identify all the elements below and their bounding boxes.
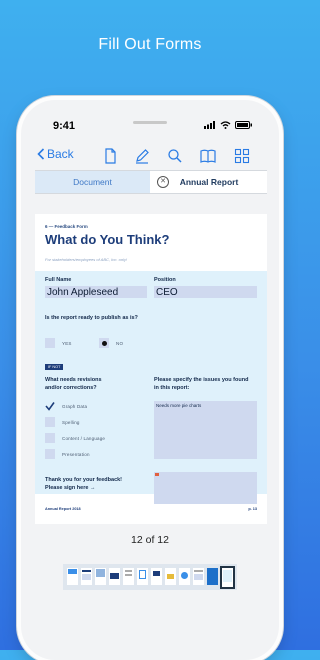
issues-textarea[interactable]: Needs more pie charts	[154, 401, 257, 459]
signal-icon	[204, 121, 215, 129]
full-name-field[interactable]: John Appleseed	[45, 286, 147, 298]
revisions-question-line1: What needs revisions	[45, 377, 102, 383]
footer-page-number: p. 13	[248, 507, 257, 511]
position-label: Position	[154, 277, 176, 283]
thumbnail-page[interactable]	[109, 568, 120, 585]
thumbnail-page[interactable]	[81, 568, 92, 585]
publish-question: Is the report ready to publish as is?	[45, 315, 138, 321]
content-language-label: Content / Language	[62, 436, 106, 441]
thumbnail-page[interactable]	[67, 568, 78, 585]
tab-bar: Document ✕ Annual Report	[35, 170, 267, 194]
footer-report-title: Annual Report 2018	[45, 507, 81, 511]
wifi-icon	[220, 121, 231, 129]
spelling-checkbox[interactable]	[45, 417, 55, 427]
presentation-label: Presentation	[62, 452, 90, 457]
thumbnail-page[interactable]	[207, 568, 218, 585]
page-title: What do You Think?	[45, 232, 170, 247]
selected-dot-icon	[101, 340, 107, 346]
page-indicator: 12 of 12	[131, 534, 169, 546]
checkmark-icon	[45, 402, 55, 411]
full-name-label: Full Name	[45, 277, 72, 283]
revisions-question-line2: and/or corrections?	[45, 385, 97, 391]
thanks-line1: Thank you for your feedback!	[45, 477, 123, 483]
spelling-label: Spelling	[62, 420, 80, 425]
grid-icon[interactable]	[233, 147, 251, 165]
headline: Fill Out Forms	[98, 36, 202, 53]
back-button[interactable]: Back	[37, 147, 74, 161]
issues-text: Needs more pie charts	[156, 403, 202, 408]
status-icons	[204, 121, 253, 129]
thumbnail-page-current[interactable]	[220, 566, 235, 589]
pen-icon[interactable]	[133, 147, 151, 165]
position-field[interactable]: CEO	[154, 286, 257, 298]
graph-data-checkbox[interactable]	[45, 401, 55, 411]
tab-annual-report-label: Annual Report	[179, 177, 239, 187]
status-bar: 9:41	[21, 118, 279, 136]
tab-document[interactable]: Document	[35, 171, 150, 193]
yes-label: YES	[62, 341, 72, 346]
battery-icon	[235, 121, 252, 129]
thumbnail-page[interactable]	[193, 568, 204, 585]
back-label: Back	[47, 147, 74, 161]
signature-marker-icon	[155, 473, 159, 476]
thanks-line2: Please sign here →	[45, 485, 96, 491]
thumbnail-page[interactable]	[151, 568, 162, 585]
toolbar: Back	[21, 144, 279, 168]
book-icon[interactable]	[199, 147, 217, 165]
no-checkbox[interactable]	[99, 338, 109, 348]
content-language-checkbox[interactable]	[45, 433, 55, 443]
thumbnail-page[interactable]	[137, 568, 148, 585]
presentation-checkbox[interactable]	[45, 449, 55, 459]
if-not-badge: IF NOT	[45, 364, 64, 370]
thumbnail-page[interactable]	[123, 568, 134, 585]
search-icon[interactable]	[166, 147, 184, 165]
tab-annual-report[interactable]: ✕ Annual Report	[151, 171, 267, 193]
document-page: 6 — Feedback Form What do You Think? For…	[35, 214, 267, 524]
document-icon[interactable]	[101, 147, 119, 165]
issues-question-line2: in this report:	[154, 385, 190, 391]
section-eyebrow: 6 — Feedback Form	[45, 224, 88, 229]
feedback-form: Full Name John Appleseed Position CEO Is…	[35, 271, 267, 504]
no-label: NO	[116, 341, 124, 346]
status-time: 9:41	[53, 120, 76, 132]
thumbnail-page[interactable]	[165, 568, 176, 585]
yes-checkbox[interactable]	[45, 338, 55, 348]
page-subtitle: For stakeholders/employees of ABC, Inc. …	[45, 257, 128, 262]
thumbnail-page[interactable]	[95, 568, 106, 585]
thumbnail-strip[interactable]	[63, 564, 237, 590]
graph-data-label: Graph Data	[62, 404, 88, 409]
phone-frame: 9:41 Back Document ✕ Annual Report 6 — F…	[21, 100, 279, 660]
close-tab-icon[interactable]: ✕	[157, 176, 169, 188]
issues-question-line1: Please specify the issues you found	[154, 377, 249, 383]
thumbnail-page[interactable]	[179, 568, 190, 585]
chevron-left-icon	[37, 148, 45, 160]
signature-field[interactable]	[154, 472, 257, 504]
